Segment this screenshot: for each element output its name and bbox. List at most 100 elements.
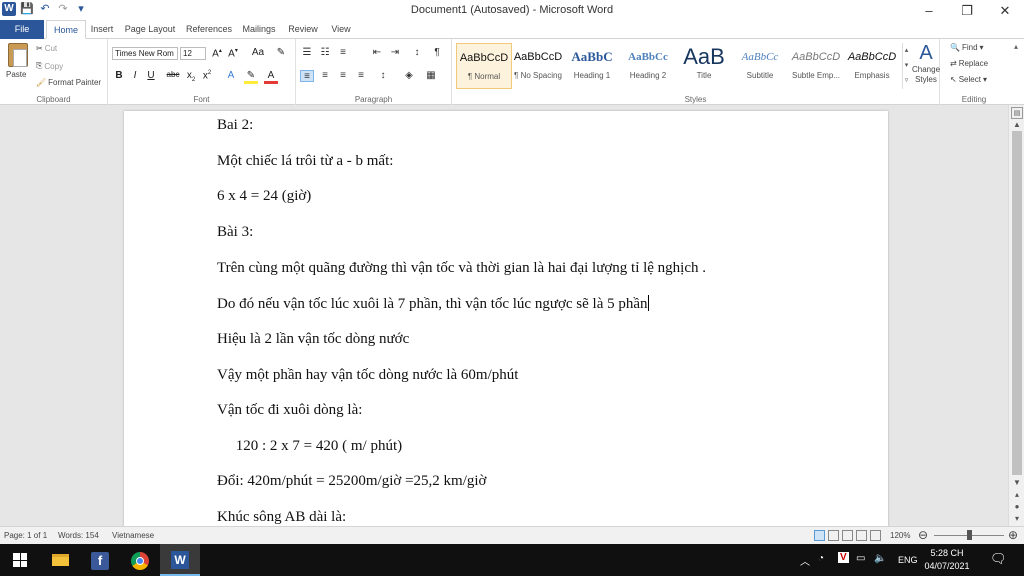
tab-insert[interactable]: Insert bbox=[86, 20, 118, 39]
copy-button[interactable]: ⎘ Copy bbox=[36, 61, 63, 71]
network-icon[interactable]: ◔ bbox=[818, 553, 824, 564]
doc-line[interactable]: Bai 2: bbox=[217, 117, 253, 134]
find-button[interactable]: 🔍 Find ▾ bbox=[950, 43, 984, 52]
tab-file[interactable]: File bbox=[0, 20, 44, 39]
multilevel-list-icon[interactable]: ≡ bbox=[336, 47, 350, 59]
start-button[interactable] bbox=[0, 544, 40, 576]
zoom-out-icon[interactable]: ⊖ bbox=[918, 528, 928, 542]
tab-view[interactable]: View bbox=[326, 20, 356, 39]
doc-line[interactable]: Một chiếc lá trôi từ a - b mất: bbox=[217, 153, 393, 170]
change-case-icon[interactable]: Aa bbox=[248, 47, 268, 58]
scroll-up-icon[interactable]: ▲ bbox=[1011, 119, 1023, 131]
doc-line[interactable]: Đổi: 420m/phút = 25200m/giờ =25,2 km/giờ bbox=[217, 473, 486, 490]
doc-line-with-cursor[interactable]: Do đó nếu vận tốc lúc xuôi là 7 phần, th… bbox=[217, 295, 649, 313]
scroll-down-icon[interactable]: ▼ bbox=[1011, 477, 1023, 489]
web-layout-icon[interactable] bbox=[842, 530, 853, 541]
doc-line[interactable]: Khúc sông AB dài là: bbox=[217, 509, 346, 526]
bold-icon[interactable]: B bbox=[112, 70, 126, 81]
cut-button[interactable]: ✂ Cut bbox=[36, 44, 57, 53]
zoom-in-icon[interactable]: ⊕ bbox=[1008, 528, 1018, 542]
file-explorer-button[interactable] bbox=[40, 544, 80, 576]
language-status[interactable]: Vietnamese bbox=[112, 531, 154, 540]
action-center-icon[interactable]: 🗨 bbox=[990, 551, 1007, 567]
minimize-button[interactable]: – bbox=[910, 0, 948, 22]
italic-icon[interactable]: I bbox=[128, 70, 142, 81]
align-left-icon[interactable]: ≡ bbox=[300, 70, 314, 82]
change-styles-button[interactable]: A Change Styles bbox=[912, 41, 940, 85]
justify-icon[interactable]: ≡ bbox=[354, 70, 368, 82]
zoom-level[interactable]: 120% bbox=[890, 531, 910, 540]
borders-icon[interactable]: ▦ bbox=[424, 70, 438, 82]
grow-font-icon[interactable]: A▴ bbox=[210, 47, 224, 59]
show-hidden-icons-icon[interactable]: ︿ bbox=[800, 553, 810, 568]
page-count[interactable]: Page: 1 of 1 bbox=[4, 531, 47, 540]
align-right-icon[interactable]: ≡ bbox=[336, 70, 350, 82]
shading-icon[interactable]: ◈ bbox=[402, 70, 416, 82]
style-heading-2[interactable]: AaBbCc Heading 2 bbox=[620, 43, 676, 89]
doc-line[interactable]: 120 : 2 x 7 = 420 ( m/ phút) bbox=[217, 438, 402, 455]
tab-mailings[interactable]: Mailings bbox=[238, 20, 280, 39]
doc-line[interactable]: 6 x 4 = 24 (giờ) bbox=[217, 188, 311, 205]
tab-page-layout[interactable]: Page Layout bbox=[122, 20, 178, 39]
line-spacing-icon[interactable]: ↕ bbox=[376, 70, 390, 82]
style-subtitle[interactable]: AaBbCc Subtitle bbox=[732, 43, 788, 89]
bullets-icon[interactable]: ☰ bbox=[300, 47, 314, 59]
align-center-icon[interactable]: ≡ bbox=[318, 70, 332, 82]
battery-icon[interactable]: ▭ bbox=[856, 553, 865, 564]
style-heading-1[interactable]: AaBbC Heading 1 bbox=[564, 43, 620, 89]
styles-gallery-scroll[interactable]: ▴ ▾ ▿ bbox=[902, 43, 910, 89]
close-button[interactable]: ✕ bbox=[986, 0, 1024, 22]
underline-icon[interactable]: U bbox=[144, 70, 158, 81]
system-clock[interactable]: 5:28 CH 04/07/2021 bbox=[918, 547, 976, 573]
facebook-button[interactable]: f bbox=[80, 544, 120, 576]
print-layout-icon[interactable] bbox=[814, 530, 825, 541]
previous-page-icon[interactable]: ▴ bbox=[1011, 489, 1023, 501]
doc-line[interactable]: Bài 3: bbox=[217, 224, 253, 241]
style-subtle-emphasis[interactable]: AaBbCcD Subtle Emp... bbox=[788, 43, 844, 89]
outline-icon[interactable] bbox=[856, 530, 867, 541]
unikey-icon[interactable]: V bbox=[838, 552, 849, 563]
strikethrough-icon[interactable]: abc bbox=[164, 70, 182, 79]
shrink-font-icon[interactable]: A▾ bbox=[226, 47, 240, 59]
superscript-icon[interactable]: x2 bbox=[200, 70, 214, 81]
tab-references[interactable]: References bbox=[184, 20, 234, 39]
text-effects-icon[interactable]: A bbox=[224, 70, 238, 81]
style-no-spacing[interactable]: AaBbCcD ¶ No Spacing bbox=[510, 43, 566, 89]
doc-line[interactable]: Hiệu là 2 lần vận tốc dòng nước bbox=[217, 331, 409, 348]
select-button[interactable]: ↖ Select ▾ bbox=[950, 75, 987, 84]
numbering-icon[interactable]: ☷ bbox=[318, 47, 332, 59]
subscript-icon[interactable]: x2 bbox=[184, 70, 198, 83]
tab-review[interactable]: Review bbox=[284, 20, 322, 39]
zoom-slider-thumb[interactable] bbox=[967, 530, 972, 540]
font-name-box[interactable]: Times New Rom bbox=[112, 47, 178, 60]
input-language[interactable]: ENG bbox=[898, 555, 918, 565]
restore-button[interactable]: ❐ bbox=[948, 0, 986, 22]
decrease-indent-icon[interactable]: ⇤ bbox=[370, 47, 384, 59]
doc-line[interactable]: Vậy một phần hay vận tốc dòng nước là 60… bbox=[217, 367, 518, 384]
style-emphasis[interactable]: AaBbCcD Emphasis bbox=[844, 43, 900, 89]
increase-indent-icon[interactable]: ⇥ bbox=[388, 47, 402, 59]
doc-line[interactable]: Trên cùng một quãng đường thì vận tốc và… bbox=[217, 260, 706, 277]
paste-button[interactable]: Paste bbox=[6, 70, 26, 79]
format-painter-button[interactable]: 🖌 Format Painter bbox=[36, 78, 101, 87]
font-color-icon[interactable]: A bbox=[264, 70, 278, 84]
show-hide-icon[interactable]: ¶ bbox=[430, 47, 444, 59]
draft-icon[interactable] bbox=[870, 530, 881, 541]
paste-icon[interactable] bbox=[8, 43, 28, 67]
highlight-icon[interactable]: ✎ bbox=[244, 70, 258, 84]
collapse-ribbon-icon[interactable]: ▴ bbox=[1014, 42, 1018, 51]
scrollbar-thumb[interactable] bbox=[1012, 131, 1022, 475]
style-normal[interactable]: AaBbCcD ¶ Normal bbox=[456, 43, 512, 89]
browse-object-icon[interactable]: ● bbox=[1011, 501, 1023, 513]
document-area[interactable]: Bai 2: Một chiếc lá trôi từ a - b mất: 6… bbox=[0, 105, 1008, 526]
volume-icon[interactable]: 🔈 bbox=[874, 553, 886, 564]
tab-home[interactable]: Home bbox=[46, 20, 86, 39]
font-size-box[interactable]: 12 bbox=[180, 47, 206, 60]
word-count[interactable]: Words: 154 bbox=[58, 531, 99, 540]
ruler-toggle-icon[interactable]: ▤ bbox=[1011, 107, 1023, 119]
document-page[interactable]: Bai 2: Một chiếc lá trôi từ a - b mất: 6… bbox=[124, 111, 888, 526]
full-screen-reading-icon[interactable] bbox=[828, 530, 839, 541]
word-taskbar-button[interactable]: W bbox=[160, 544, 200, 576]
next-page-icon[interactable]: ▾ bbox=[1011, 513, 1023, 525]
doc-line[interactable]: Vận tốc đi xuôi dòng là: bbox=[217, 402, 362, 419]
